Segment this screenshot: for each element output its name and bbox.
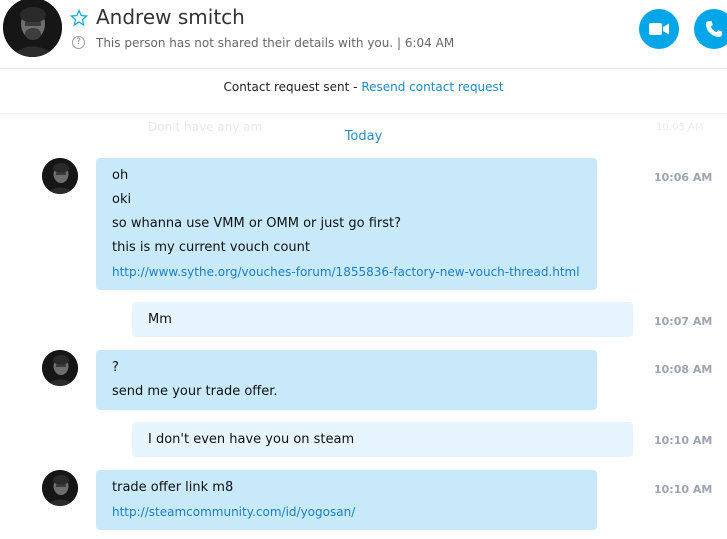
message-bubble-incoming[interactable]: trade offer link m8 http://steamcommunit… bbox=[96, 470, 597, 530]
message-text: oki bbox=[112, 192, 132, 207]
conversation-header: Andrew smitch ? This person has not shar… bbox=[0, 0, 727, 69]
message-timestamp: 10:06 AM bbox=[654, 171, 713, 184]
banner-divider bbox=[0, 113, 727, 114]
message-bubble-outgoing[interactable]: I don't even have you on steam bbox=[132, 422, 633, 457]
message-timestamp: 10:10 AM bbox=[654, 483, 713, 496]
message-text: Mm bbox=[148, 312, 172, 327]
message-link[interactable]: http://steamcommunity.com/id/yogosan/ bbox=[112, 500, 581, 524]
message-text: this is my current vouch count bbox=[112, 240, 310, 255]
message-text: trade offer link m8 bbox=[112, 480, 234, 495]
contact-avatar[interactable] bbox=[3, 0, 62, 57]
resend-contact-request-link[interactable]: Resend contact request bbox=[361, 80, 503, 94]
message-text: ? bbox=[112, 360, 119, 375]
message-timestamp: 10:08 AM bbox=[654, 363, 713, 376]
sender-avatar[interactable] bbox=[42, 350, 78, 386]
message-timestamp: 10:07 AM bbox=[654, 315, 713, 328]
avatar-photo-icon bbox=[42, 158, 78, 194]
message-timestamp: 10:10 AM bbox=[654, 434, 713, 447]
contact-status: This person has not shared their details… bbox=[96, 36, 455, 50]
sender-avatar[interactable] bbox=[42, 158, 78, 194]
contact-request-banner: Contact request sent - Resend contact re… bbox=[0, 80, 727, 94]
phone-call-icon bbox=[706, 21, 722, 37]
message-text: so whanna use VMM or OMM or just go firs… bbox=[112, 216, 402, 231]
message-link[interactable]: http://www.sythe.org/vouches-forum/18558… bbox=[112, 260, 581, 284]
info-icon[interactable]: ? bbox=[72, 36, 85, 49]
favorite-star-icon[interactable] bbox=[70, 9, 88, 27]
phone-call-button[interactable] bbox=[694, 9, 727, 49]
video-call-icon bbox=[649, 23, 669, 35]
avatar-photo-icon bbox=[42, 470, 78, 506]
contact-request-status: Contact request sent - bbox=[223, 80, 362, 94]
message-bubble-incoming[interactable]: oh oki so whanna use VMM or OMM or just … bbox=[96, 158, 597, 290]
message-bubble-incoming[interactable]: ? send me your trade offer. bbox=[96, 350, 597, 410]
sender-avatar[interactable] bbox=[42, 470, 78, 506]
message-text: oh bbox=[112, 168, 129, 183]
contact-name: Andrew smitch bbox=[96, 5, 245, 29]
avatar-photo-icon bbox=[42, 350, 78, 386]
video-call-button[interactable] bbox=[639, 9, 679, 49]
avatar-photo-icon bbox=[3, 0, 62, 57]
message-text: I don't even have you on steam bbox=[148, 432, 355, 447]
message-text: send me your trade offer. bbox=[112, 384, 278, 399]
message-bubble-outgoing[interactable]: Mm bbox=[132, 302, 633, 337]
date-separator: Today bbox=[344, 129, 383, 144]
